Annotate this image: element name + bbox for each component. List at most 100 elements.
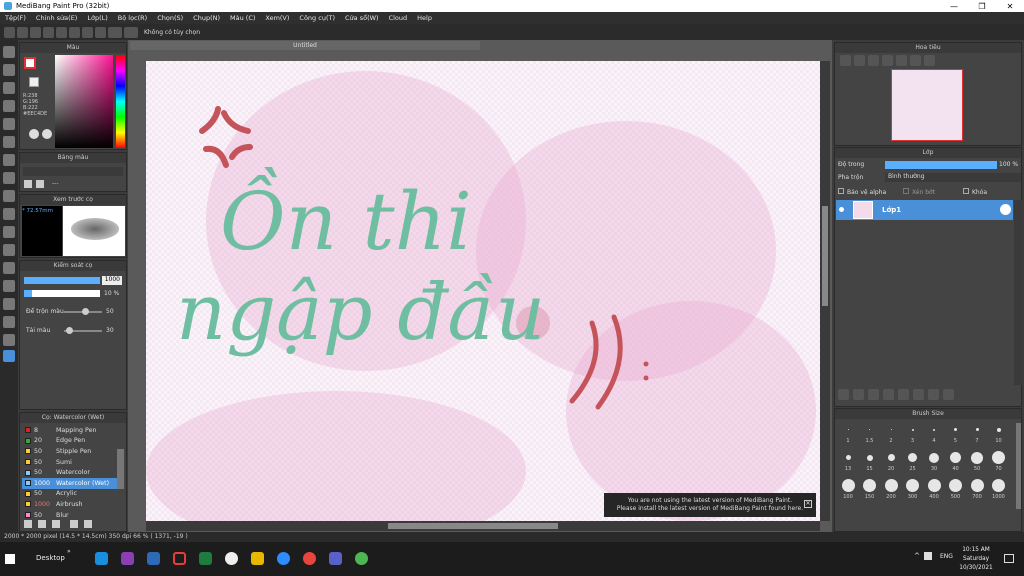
brush-item[interactable]: 8 Mapping Pen [22,425,118,436]
menu-window[interactable]: Cửa sổ(W) [340,14,384,22]
brush-opacity-slider[interactable] [24,290,100,297]
zoom-app-icon[interactable] [277,552,290,565]
flip-view-icon[interactable] [896,55,907,66]
palette-add-icon[interactable] [24,180,32,188]
brush-item[interactable]: 50 Acrylic [22,489,118,500]
select-rect-tool-icon[interactable] [3,190,15,202]
brush-item[interactable]: 20 Edge Pen [22,436,118,447]
brush-item[interactable]: 50 Sumi [22,457,118,468]
rotate-right-icon[interactable] [924,55,935,66]
brush-size-option[interactable]: 1.5 [860,421,880,448]
brush-size-option[interactable]: 500 [946,477,966,504]
menu-cloud[interactable]: Cloud [384,14,413,22]
brush-size-slider[interactable] [24,277,100,284]
layer-opacity-slider[interactable] [885,161,997,169]
ruler-icon[interactable] [69,26,80,38]
menu-tools[interactable]: Công cụ(T) [294,14,340,22]
layer-scrollbar[interactable] [1014,200,1022,385]
new-1bit-layer-icon[interactable] [883,389,894,400]
medibang-icon[interactable] [225,552,238,565]
word-icon[interactable] [147,552,160,565]
gradient-tool-icon[interactable] [3,172,15,184]
brush-size-scrollbar[interactable] [1016,423,1021,509]
load-slider[interactable] [64,327,102,334]
brush-add-icon[interactable] [24,520,32,528]
app-purple-icon[interactable] [121,552,134,565]
layer-folder-icon[interactable] [898,389,909,400]
check-tool-icon[interactable] [3,100,15,112]
brush-folder-icon[interactable] [70,520,78,528]
brush-size-option[interactable]: 15 [860,449,880,476]
saturation-value-picker[interactable] [55,55,113,148]
clock[interactable]: 10:15 AM Saturday 10/30/2021 [958,546,994,573]
brush-edit-icon[interactable] [52,520,60,528]
magic-wand-tool-icon[interactable] [3,226,15,238]
lock-checkbox[interactable]: Khóa [963,188,987,196]
brush-size-option[interactable]: 300 [903,477,923,504]
wifi-app-icon[interactable] [173,552,186,565]
duplicate-layer-icon[interactable] [913,389,924,400]
brush-size-option[interactable]: 400 [924,477,944,504]
brush-size-option[interactable]: 13 [838,449,858,476]
transform-icon[interactable] [82,26,93,38]
canvas-vertical-scrollbar[interactable] [820,61,830,521]
menu-layer[interactable]: Lớp(L) [82,14,112,22]
start-windows-icon[interactable] [5,554,15,564]
close-button[interactable]: ✕ [996,0,1024,12]
menu-help[interactable]: Help [412,14,437,22]
layer-settings-gear-icon[interactable] [1000,204,1011,215]
delete-layer-icon[interactable] [943,389,954,400]
menu-filter[interactable]: Bộ lọc(R) [113,14,152,22]
palette-delete-icon[interactable] [36,180,44,188]
redo-icon[interactable] [124,26,138,38]
hand-tool-icon[interactable] [3,350,15,362]
clipping-checkbox[interactable]: Xén bớt [903,188,935,196]
move-tool-icon[interactable] [3,118,15,130]
restore-button[interactable]: ❐ [968,0,996,12]
palette-select[interactable]: --- [52,180,59,187]
brush-list-scrollbar[interactable] [117,449,124,489]
brush-item[interactable]: 1000 Airbrush [22,499,118,510]
brush-delete-icon[interactable] [84,520,92,528]
notification-icon[interactable] [1004,554,1014,563]
hue-slider[interactable] [116,55,125,148]
select-pen-tool-icon[interactable] [3,244,15,256]
shape-tool-icon[interactable] [3,82,15,94]
chevron-right-icon[interactable]: » [67,548,71,555]
lasso-tool-icon[interactable] [3,208,15,220]
brush-size-value[interactable]: 1000 [102,276,122,285]
new-layer-icon[interactable] [838,389,849,400]
canvas-horizontal-scrollbar[interactable] [146,521,820,531]
new-halftone-layer-icon[interactable] [853,389,864,400]
new-8bit-layer-icon[interactable] [868,389,879,400]
palette-area[interactable] [23,167,123,176]
protect-alpha-checkbox[interactable]: Bảo vệ alpha [838,188,886,196]
mix-slider[interactable] [64,308,102,315]
eraser-tool-icon[interactable] [3,64,15,76]
brush-size-option[interactable]: 2 [881,421,901,448]
new-file-icon[interactable] [17,26,28,38]
brush-size-option[interactable]: 4 [924,421,944,448]
brush-tool-icon[interactable] [3,46,15,58]
operation-tool-icon[interactable] [3,298,15,310]
brush-size-option[interactable]: 25 [903,449,923,476]
network-icon[interactable] [924,552,932,560]
fit-icon[interactable] [868,55,879,66]
select-eraser-tool-icon[interactable] [3,262,15,274]
brush-size-option[interactable]: 50 [967,449,987,476]
brush-size-option[interactable]: 100 [838,477,858,504]
navigator-thumbnail[interactable] [891,69,963,141]
eyedropper-tool-icon[interactable] [3,334,15,346]
brush-size-option[interactable]: 700 [967,477,987,504]
skype-icon[interactable] [95,552,108,565]
brush-size-option[interactable]: 20 [881,449,901,476]
foreground-color-swatch[interactable] [24,57,36,69]
fill-rect-tool-icon[interactable] [3,136,15,148]
chrome-profile-icon[interactable] [355,552,368,565]
menu-color[interactable]: Màu (C) [225,14,260,22]
cloud-icon[interactable] [4,26,15,38]
grid-icon[interactable] [56,26,67,38]
brush-size-option[interactable]: 7 [967,421,987,448]
brush-size-option[interactable]: 30 [924,449,944,476]
open-file-icon[interactable] [30,26,41,38]
